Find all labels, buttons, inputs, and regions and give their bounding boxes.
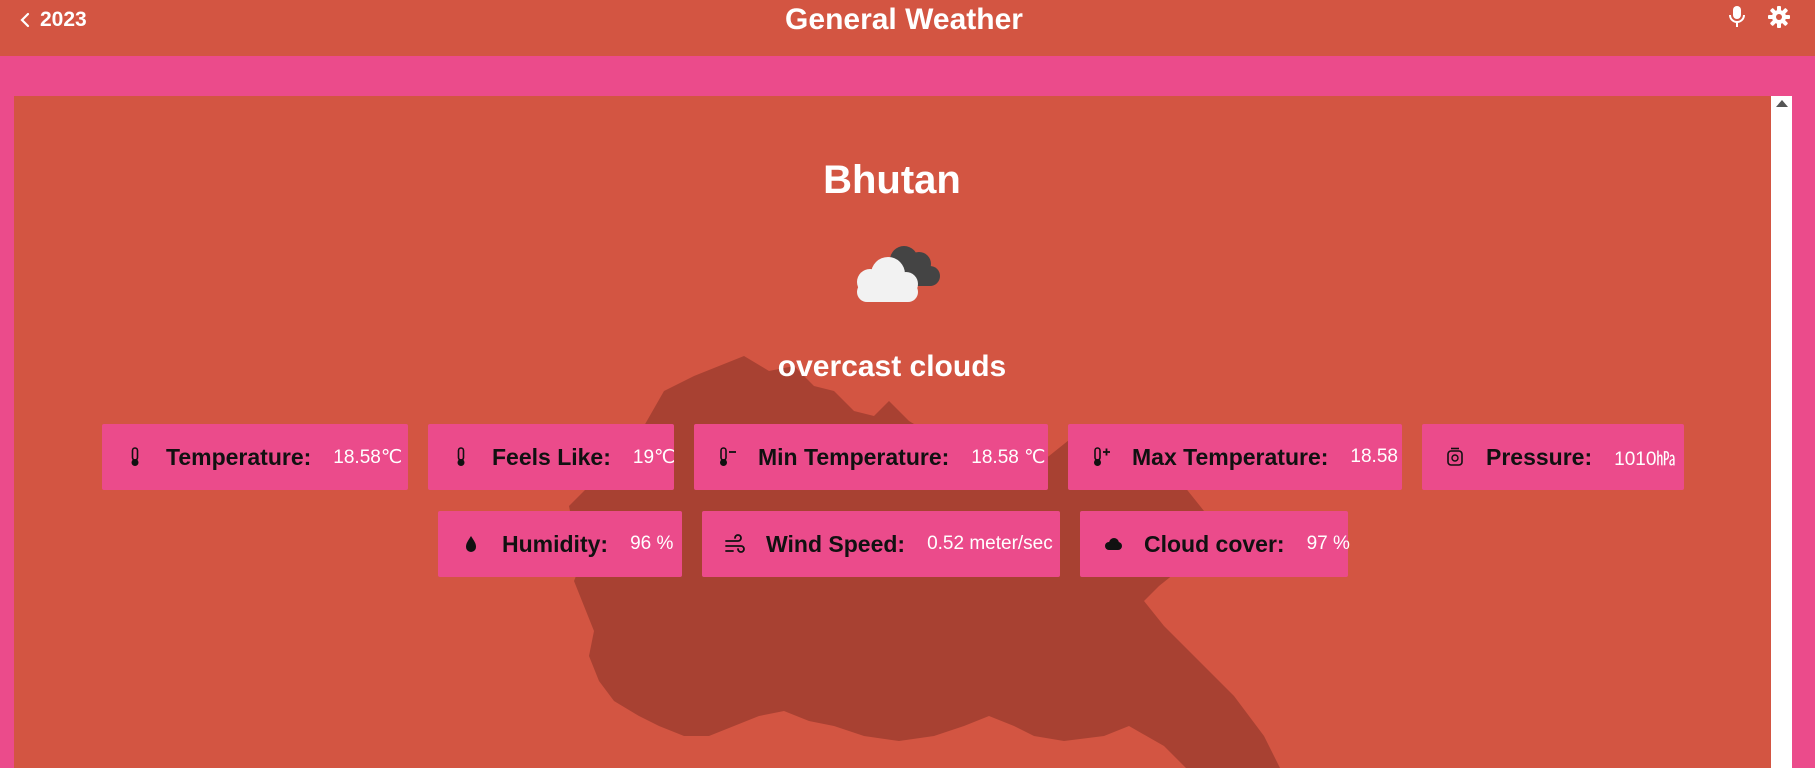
barometer-icon [1447, 447, 1463, 466]
thermometer-icon [457, 447, 465, 466]
stat-value: 18.58 [1350, 446, 1398, 467]
stat-label: Feels Like: [492, 443, 611, 470]
scroll-up-arrow-icon[interactable] [1776, 100, 1788, 107]
stat-card-feels-like: Feels Like: 19℃ [428, 424, 676, 490]
stat-label: Temperature: [166, 443, 312, 470]
cloud-icon [1105, 538, 1122, 550]
stat-label: Humidity: [502, 530, 609, 557]
stat-label: Min Temperature: [758, 443, 950, 470]
stat-card-pressure: Pressure: 1010㍱ [1422, 424, 1684, 490]
stat-card-min-temperature: Min Temperature: 18.58 ℃ [694, 424, 1048, 490]
stat-value: 18.58 ℃ [971, 446, 1046, 468]
stat-card-cloud-cover: Cloud cover: 97 % [1080, 511, 1350, 577]
vertical-scrollbar[interactable] [1771, 96, 1792, 768]
top-app-bar: 2023 General Weather [0, 0, 1815, 56]
thermometer-plus-icon [1094, 447, 1110, 466]
thermometer-icon [131, 447, 139, 466]
thermometer-minus-icon [720, 447, 736, 466]
stat-label: Cloud cover: [1144, 530, 1285, 557]
wind-icon [725, 534, 745, 553]
stat-value: 18.58℃ [333, 446, 403, 468]
stat-card-temperature: Temperature: 18.58℃ [102, 424, 408, 490]
stat-label: Wind Speed: [766, 530, 906, 557]
microphone-icon[interactable] [1725, 4, 1749, 30]
stat-value: 19℃ [632, 446, 676, 468]
overcast-clouds-icon [857, 246, 940, 302]
stat-card-humidity: Humidity: 96 % [438, 511, 682, 577]
stat-value: 97 % [1306, 533, 1350, 554]
gear-icon[interactable] [1767, 4, 1791, 30]
stat-card-max-temperature: Max Temperature: 18.58 [1068, 424, 1402, 490]
page-title: General Weather [785, 3, 1023, 36]
stat-card-wind-speed: Wind Speed: 0.52 meter/sec [702, 511, 1060, 577]
stat-label: Pressure: [1486, 443, 1593, 470]
water-drop-icon [466, 536, 476, 552]
stat-label: Max Temperature: [1132, 443, 1329, 470]
stat-value: 0.52 meter/sec [927, 533, 1053, 554]
stat-value: 1010㍱ [1614, 448, 1676, 470]
weather-description: overcast clouds [777, 350, 1007, 383]
country-name: Bhutan [823, 158, 961, 202]
weather-panel: Bhutan overcast clouds Temperature: 18.5… [14, 96, 1792, 768]
stat-value: 96 % [630, 533, 674, 554]
